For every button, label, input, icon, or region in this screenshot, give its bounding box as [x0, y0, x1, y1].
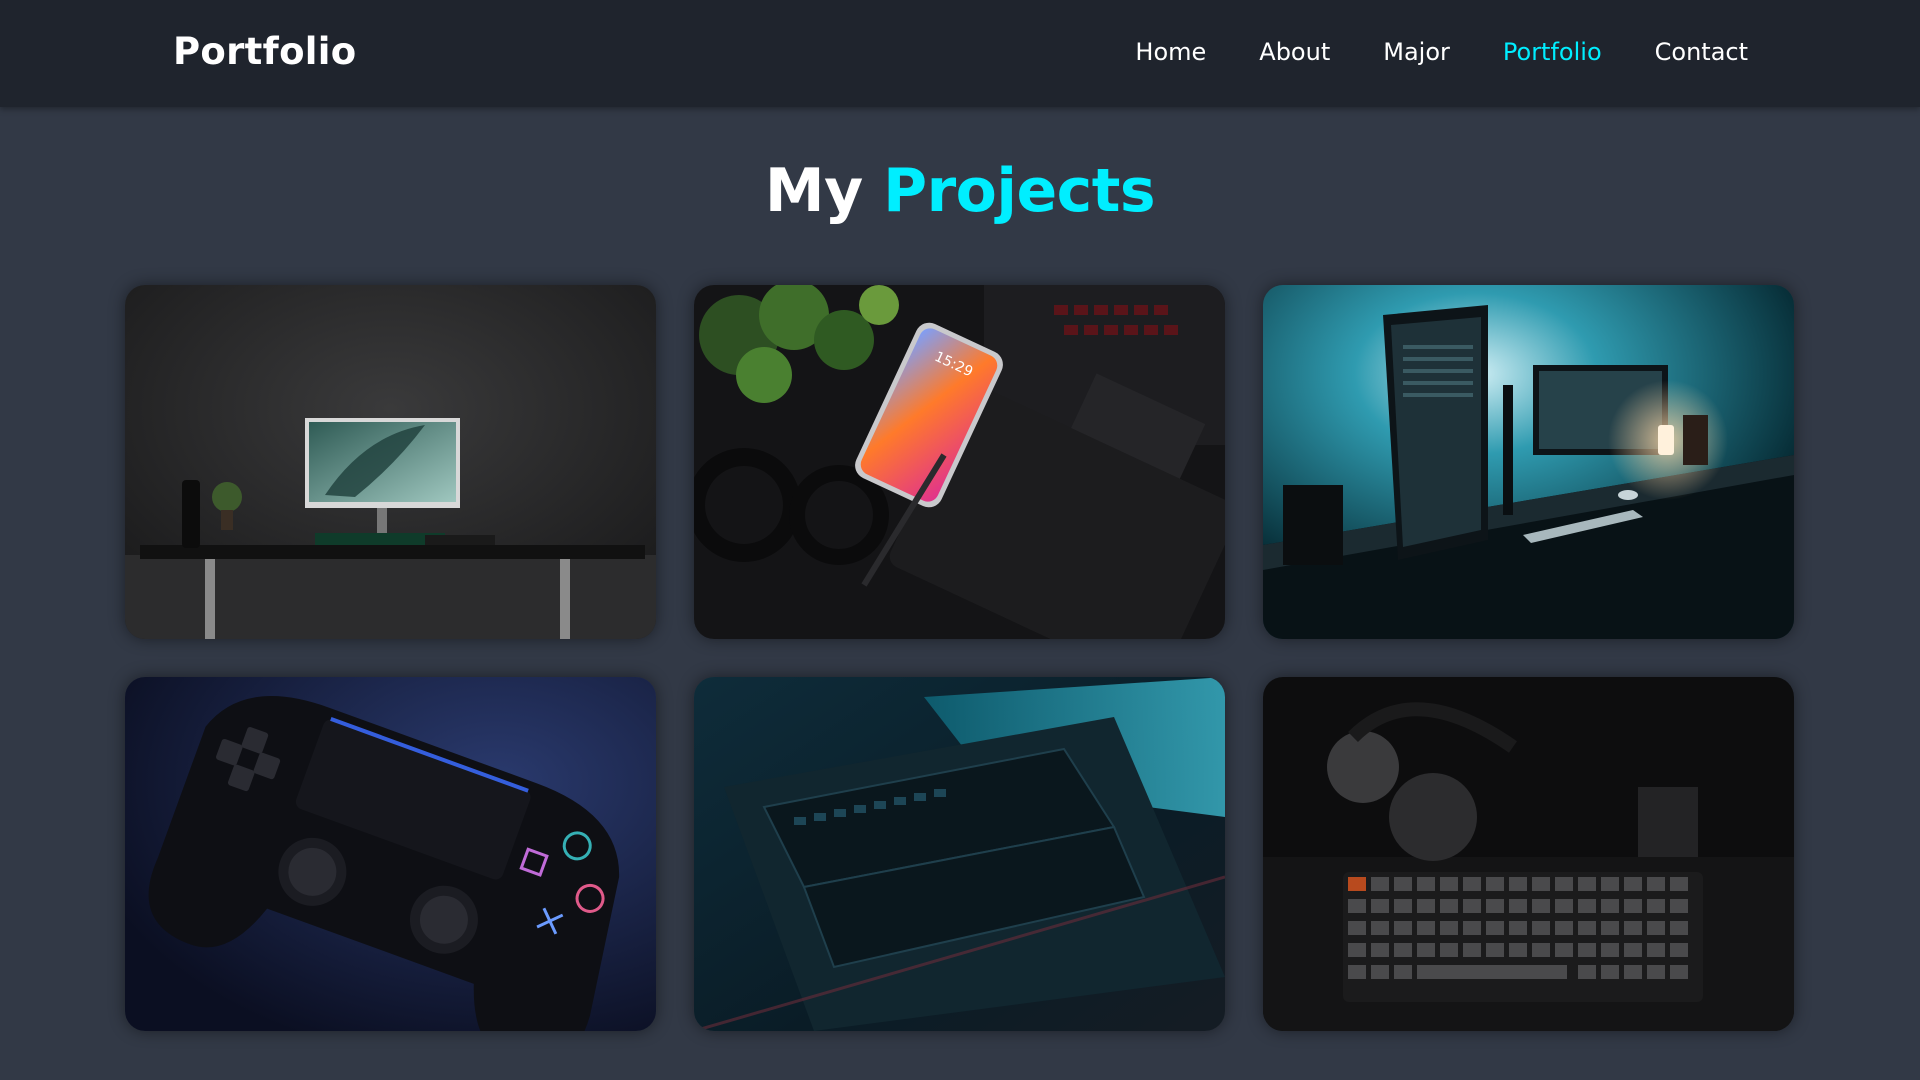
nav-portfolio[interactable]: Portfolio — [1503, 38, 1602, 66]
site-logo[interactable]: Portfolio — [173, 30, 356, 73]
laptop-keyboard-photo — [694, 677, 1225, 1031]
monitors-desk-photo — [1263, 285, 1794, 639]
project-card-5[interactable] — [694, 677, 1225, 1031]
game-controller-photo — [125, 677, 656, 1031]
nav-home[interactable]: Home — [1135, 38, 1206, 66]
headphones-keyboard-photo — [1263, 677, 1794, 1031]
nav-menu: Home About Major Portfolio Contact — [1135, 38, 1748, 66]
section-title-accent: Projects — [883, 156, 1156, 226]
navbar: Portfolio Home About Major Portfolio Con… — [0, 0, 1920, 107]
section-title-word: My — [764, 156, 863, 226]
phone-headphones-tablet-photo: 15:29 — [694, 285, 1225, 639]
nav-contact[interactable]: Contact — [1655, 38, 1748, 66]
desk-setup-photo — [125, 285, 656, 639]
project-card-6[interactable] — [1263, 677, 1794, 1031]
project-card-2[interactable]: 15:29 — [694, 285, 1225, 639]
project-card-1[interactable] — [125, 285, 656, 639]
nav-about[interactable]: About — [1259, 38, 1330, 66]
section-title: My Projects — [0, 156, 1920, 226]
project-card-4[interactable] — [125, 677, 656, 1031]
projects-grid: 15:29 — [125, 285, 1794, 1031]
project-card-3[interactable] — [1263, 285, 1794, 639]
nav-major[interactable]: Major — [1383, 38, 1450, 66]
